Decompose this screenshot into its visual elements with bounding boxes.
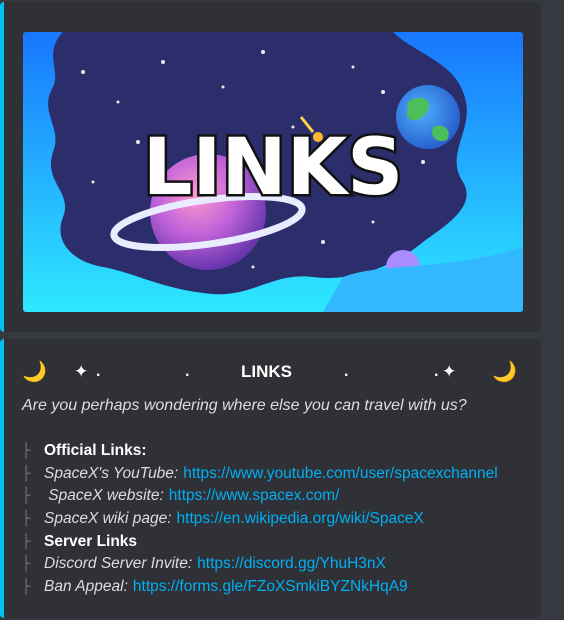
list-item: ├ SpaceX wiki page: https://en.wikipedia… xyxy=(22,508,542,531)
links-list: ├ Official Links: ├ SpaceX's YouTube: ht… xyxy=(22,440,542,599)
banner-illustration: LINKS xyxy=(23,32,523,312)
header-dot: . xyxy=(434,363,439,380)
banner-word: LINKS xyxy=(143,123,404,213)
sparkle-icon: ✦ xyxy=(442,362,457,381)
tree-branch-icon: ├ xyxy=(22,533,31,550)
youtube-link[interactable]: https://www.youtube.com/user/spacexchann… xyxy=(183,463,497,486)
list-item: ├ Discord Server Invite: https://discord… xyxy=(22,553,542,576)
header-dot: . xyxy=(344,363,349,380)
tree-branch-icon: ├ xyxy=(22,511,31,528)
links-header: 🌙 ✦ . . LINKS . . ✦ 🌙 xyxy=(22,360,522,384)
list-item: ├ SpaceX website: https://www.spacex.com… xyxy=(22,485,542,508)
moon-icon: 🌙 xyxy=(492,361,517,383)
link-label: SpaceX's YouTube: xyxy=(44,464,179,482)
ban-appeal-link[interactable]: https://forms.gle/FZoXSmkiBYZNkHqA9 xyxy=(133,576,408,599)
section-heading: Official Links: xyxy=(44,442,147,459)
list-heading-official: ├ Official Links: xyxy=(22,440,542,463)
embed-image-card: LINKS xyxy=(0,2,541,332)
link-label: Ban Appeal: xyxy=(44,578,128,596)
discord-invite-link[interactable]: https://discord.gg/YhuH3nX xyxy=(197,553,386,576)
sparkle-icon: ✦ xyxy=(74,362,89,381)
header-dot: . xyxy=(185,363,190,380)
list-item: ├ SpaceX's YouTube: https://www.youtube.… xyxy=(22,463,542,486)
subtitle: Are you perhaps wondering where else you… xyxy=(22,397,467,414)
wiki-link[interactable]: https://en.wikipedia.org/wiki/SpaceX xyxy=(177,508,424,531)
tree-branch-icon: ├ xyxy=(22,579,31,596)
website-link[interactable]: https://www.spacex.com/ xyxy=(169,485,340,508)
header-title: LINKS xyxy=(241,362,292,381)
tree-branch-icon: ├ xyxy=(22,465,31,482)
header-dot: . xyxy=(96,363,101,380)
tree-branch-icon: ├ xyxy=(22,488,31,505)
tree-branch-icon: ├ xyxy=(22,443,31,459)
link-label: SpaceX wiki page: xyxy=(44,510,172,528)
list-item: ├ Ban Appeal: https://forms.gle/FZoXSmki… xyxy=(22,576,542,599)
list-heading-server: ├ Server Links xyxy=(22,531,542,554)
link-label: SpaceX website: xyxy=(44,487,164,505)
links-banner-image[interactable]: LINKS xyxy=(23,32,523,312)
section-heading: Server Links xyxy=(44,532,138,550)
tree-branch-icon: ├ xyxy=(22,556,31,573)
link-label: Discord Server Invite: xyxy=(44,555,193,573)
moon-icon: 🌙 xyxy=(22,361,47,383)
